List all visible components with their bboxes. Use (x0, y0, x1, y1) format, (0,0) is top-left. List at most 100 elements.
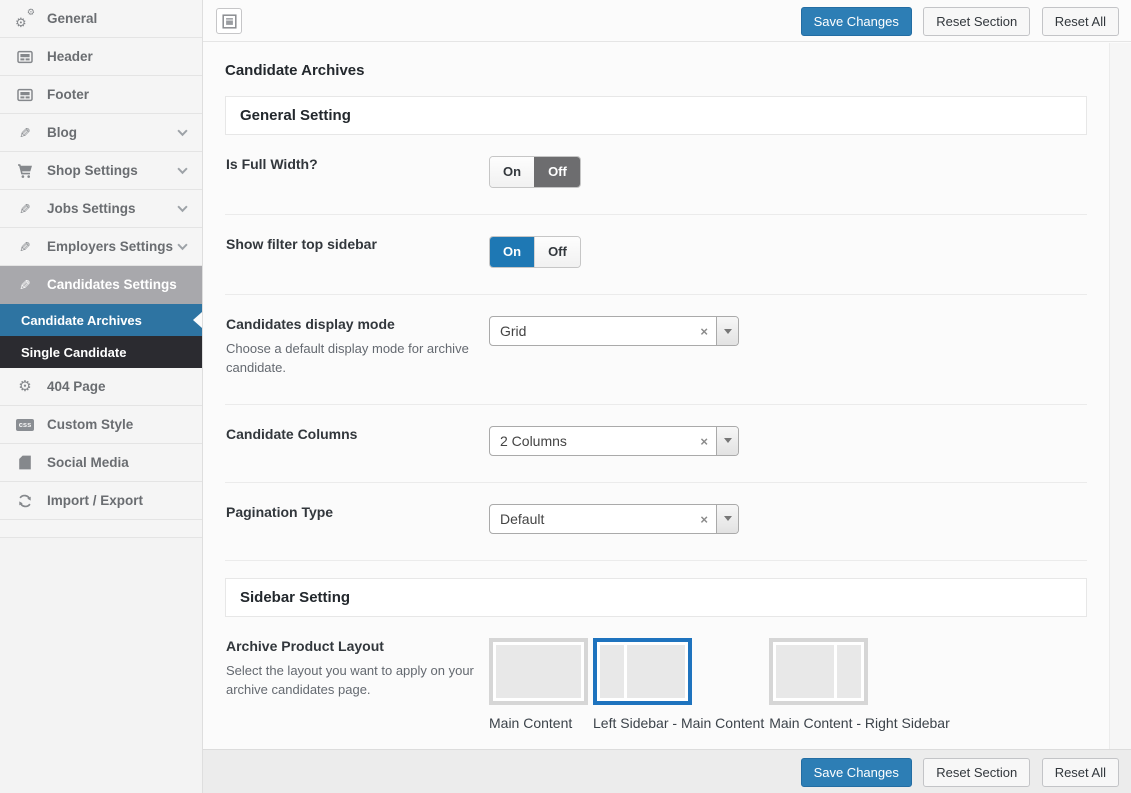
sidebar-subitem-single-candidate[interactable]: Single Candidate (0, 336, 202, 368)
chevron-down-icon (177, 129, 188, 137)
filter-top-sidebar-toggle: On Off (489, 236, 581, 268)
sidebar-item-jobs-settings[interactable]: ✎ Jobs Settings (0, 190, 202, 228)
toggle-off-button[interactable]: Off (534, 157, 580, 187)
sidebar-item-label: Footer (47, 87, 89, 102)
theme-options-page: ⚙ ⚙ General Header Footer ✎ Blog Shop Se… (0, 0, 1131, 793)
sidebar-item-custom-style[interactable]: css Custom Style (0, 406, 202, 444)
sidebar-item-blog[interactable]: ✎ Blog (0, 114, 202, 152)
save-changes-button[interactable]: Save Changes (800, 758, 912, 787)
pencil-icon: ✎ (19, 238, 31, 255)
sidebar-item-header[interactable]: Header (0, 38, 202, 76)
sidebar-item-label: General (47, 11, 98, 26)
dropdown-arrow-button[interactable] (716, 317, 738, 345)
display-mode-select[interactable]: Grid × (489, 316, 739, 346)
select-value: Grid (500, 323, 527, 339)
dropdown-arrow-button[interactable] (716, 504, 738, 533)
field-label: Archive Product Layout (226, 637, 384, 654)
layout-option-main-content[interactable]: Main Content (489, 637, 588, 731)
field-row-full-width: Is Full Width? On Off (225, 135, 1087, 215)
sidebar-item-label: Employers Settings (47, 239, 174, 254)
layout-option-left-sidebar-main-content[interactable]: Left Sidebar - Main Content (593, 637, 765, 731)
field-description: Select the layout you want to apply on y… (226, 662, 474, 697)
field-label: Is Full Width? (226, 156, 318, 172)
sidebar-item-label: Shop Settings (47, 163, 138, 178)
sidebar-item-label: Custom Style (47, 417, 134, 432)
gears-icon: ⚙ ⚙ (15, 6, 35, 30)
sidebar-item-import-export[interactable]: Import / Export (0, 482, 202, 520)
sidebar-item-404-page[interactable]: ⚙ 404 Page (0, 368, 202, 406)
caret-down-icon (723, 516, 732, 525)
sidebar-item-label: Blog (47, 125, 77, 140)
sidebar-item-label: Import / Export (47, 493, 144, 508)
field-row-pagination-type: Pagination Type Default × (225, 483, 1087, 561)
field-row-candidate-columns: Candidate Columns 2 Columns × (225, 405, 1087, 483)
settings-sidebar: ⚙ ⚙ General Header Footer ✎ Blog Shop Se… (0, 0, 203, 793)
top-toolbar: Save Changes Reset Section Reset All (203, 0, 1131, 42)
sidebar-item-label: Candidates Settings (47, 277, 177, 292)
gear-icon: ⚙ (18, 378, 32, 395)
sidebar-spacer (0, 520, 202, 538)
panel-icon (14, 47, 36, 67)
field-description: Choose a default display mode for archiv… (226, 341, 469, 375)
field-label: Pagination Type (226, 503, 334, 520)
sidebar-item-shop-settings[interactable]: Shop Settings (0, 152, 202, 190)
field-label: Show filter top sidebar (226, 236, 377, 252)
toggle-on-button[interactable]: On (490, 157, 535, 187)
toggle-on-button[interactable]: On (490, 237, 535, 267)
toolbar-actions: Save Changes Reset Section Reset All (794, 758, 1119, 787)
clear-selection-icon[interactable]: × (700, 505, 708, 534)
sidebar-item-footer[interactable]: Footer (0, 76, 202, 114)
field-label: Candidates display mode (226, 316, 395, 332)
select-value: 2 Columns (500, 432, 567, 449)
layout-option-label: Left Sidebar - Main Content (593, 714, 765, 731)
pencil-icon: ✎ (19, 200, 31, 217)
sidebar-item-label: Social Media (47, 455, 129, 470)
main-panel: Save Changes Reset Section Reset All Can… (203, 0, 1131, 793)
section-header-general: General Setting (225, 96, 1087, 135)
page-icon (14, 453, 36, 473)
layout-thumbnail (769, 637, 869, 705)
reset-all-button[interactable]: Reset All (1041, 758, 1119, 787)
select-value: Default (500, 510, 545, 527)
toggle-off-button[interactable]: Off (534, 237, 580, 267)
save-changes-button[interactable]: Save Changes (800, 7, 912, 36)
right-margin-strip (1110, 43, 1131, 749)
layout-thumbnail (489, 637, 588, 705)
pencil-icon: ✎ (19, 276, 31, 293)
field-row-filter-top-sidebar: Show filter top sidebar On Off (225, 215, 1087, 295)
reset-all-button[interactable]: Reset All (1041, 7, 1119, 36)
section-header-sidebar: Sidebar Setting (225, 577, 1087, 617)
sidebar-item-label: Header (47, 49, 93, 64)
layout-option-main-content-right-sidebar[interactable]: Main Content - Right Sidebar (769, 637, 950, 731)
clear-selection-icon[interactable]: × (700, 317, 708, 346)
field-row-archive-layout: Archive Product Layout Select the layout… (225, 617, 1087, 749)
bottom-toolbar: Save Changes Reset Section Reset All (203, 749, 1131, 793)
sidebar-subitem-candidate-archives[interactable]: Candidate Archives (0, 304, 202, 336)
field-label: Candidate Columns (226, 425, 358, 442)
panel-toggle-button[interactable] (216, 8, 242, 34)
sidebar-item-candidates-settings[interactable]: ✎ Candidates Settings (0, 266, 202, 304)
candidate-columns-select[interactable]: 2 Columns × (489, 425, 739, 456)
sidebar-item-label: Jobs Settings (47, 201, 136, 216)
layout-thumbnail-selected (593, 637, 692, 705)
reset-section-button[interactable]: Reset Section (923, 7, 1031, 36)
layout-option-label: Main Content (489, 714, 573, 731)
sidebar-subitem-label: Candidate Archives (21, 312, 142, 328)
dropdown-arrow-button[interactable] (716, 426, 738, 455)
sidebar-item-employers-settings[interactable]: ✎ Employers Settings (0, 228, 202, 266)
clear-selection-icon[interactable]: × (700, 427, 708, 456)
sync-icon (14, 491, 36, 511)
chevron-down-icon (177, 167, 188, 175)
field-row-display-mode: Candidates display mode Choose a default… (225, 295, 1087, 405)
reset-section-button[interactable]: Reset Section (923, 758, 1031, 787)
page-title: Candidate Archives (225, 62, 365, 79)
options-content: Candidate Archives General Setting Is Fu… (203, 43, 1110, 749)
toolbar-actions: Save Changes Reset Section Reset All (794, 7, 1119, 36)
pencil-icon: ✎ (19, 124, 31, 141)
chevron-down-icon (177, 205, 188, 213)
caret-down-icon (723, 438, 732, 447)
sidebar-item-general[interactable]: ⚙ ⚙ General (0, 0, 202, 38)
sidebar-item-social-media[interactable]: Social Media (0, 444, 202, 482)
current-item-arrow (193, 312, 202, 328)
pagination-type-select[interactable]: Default × (489, 503, 739, 534)
